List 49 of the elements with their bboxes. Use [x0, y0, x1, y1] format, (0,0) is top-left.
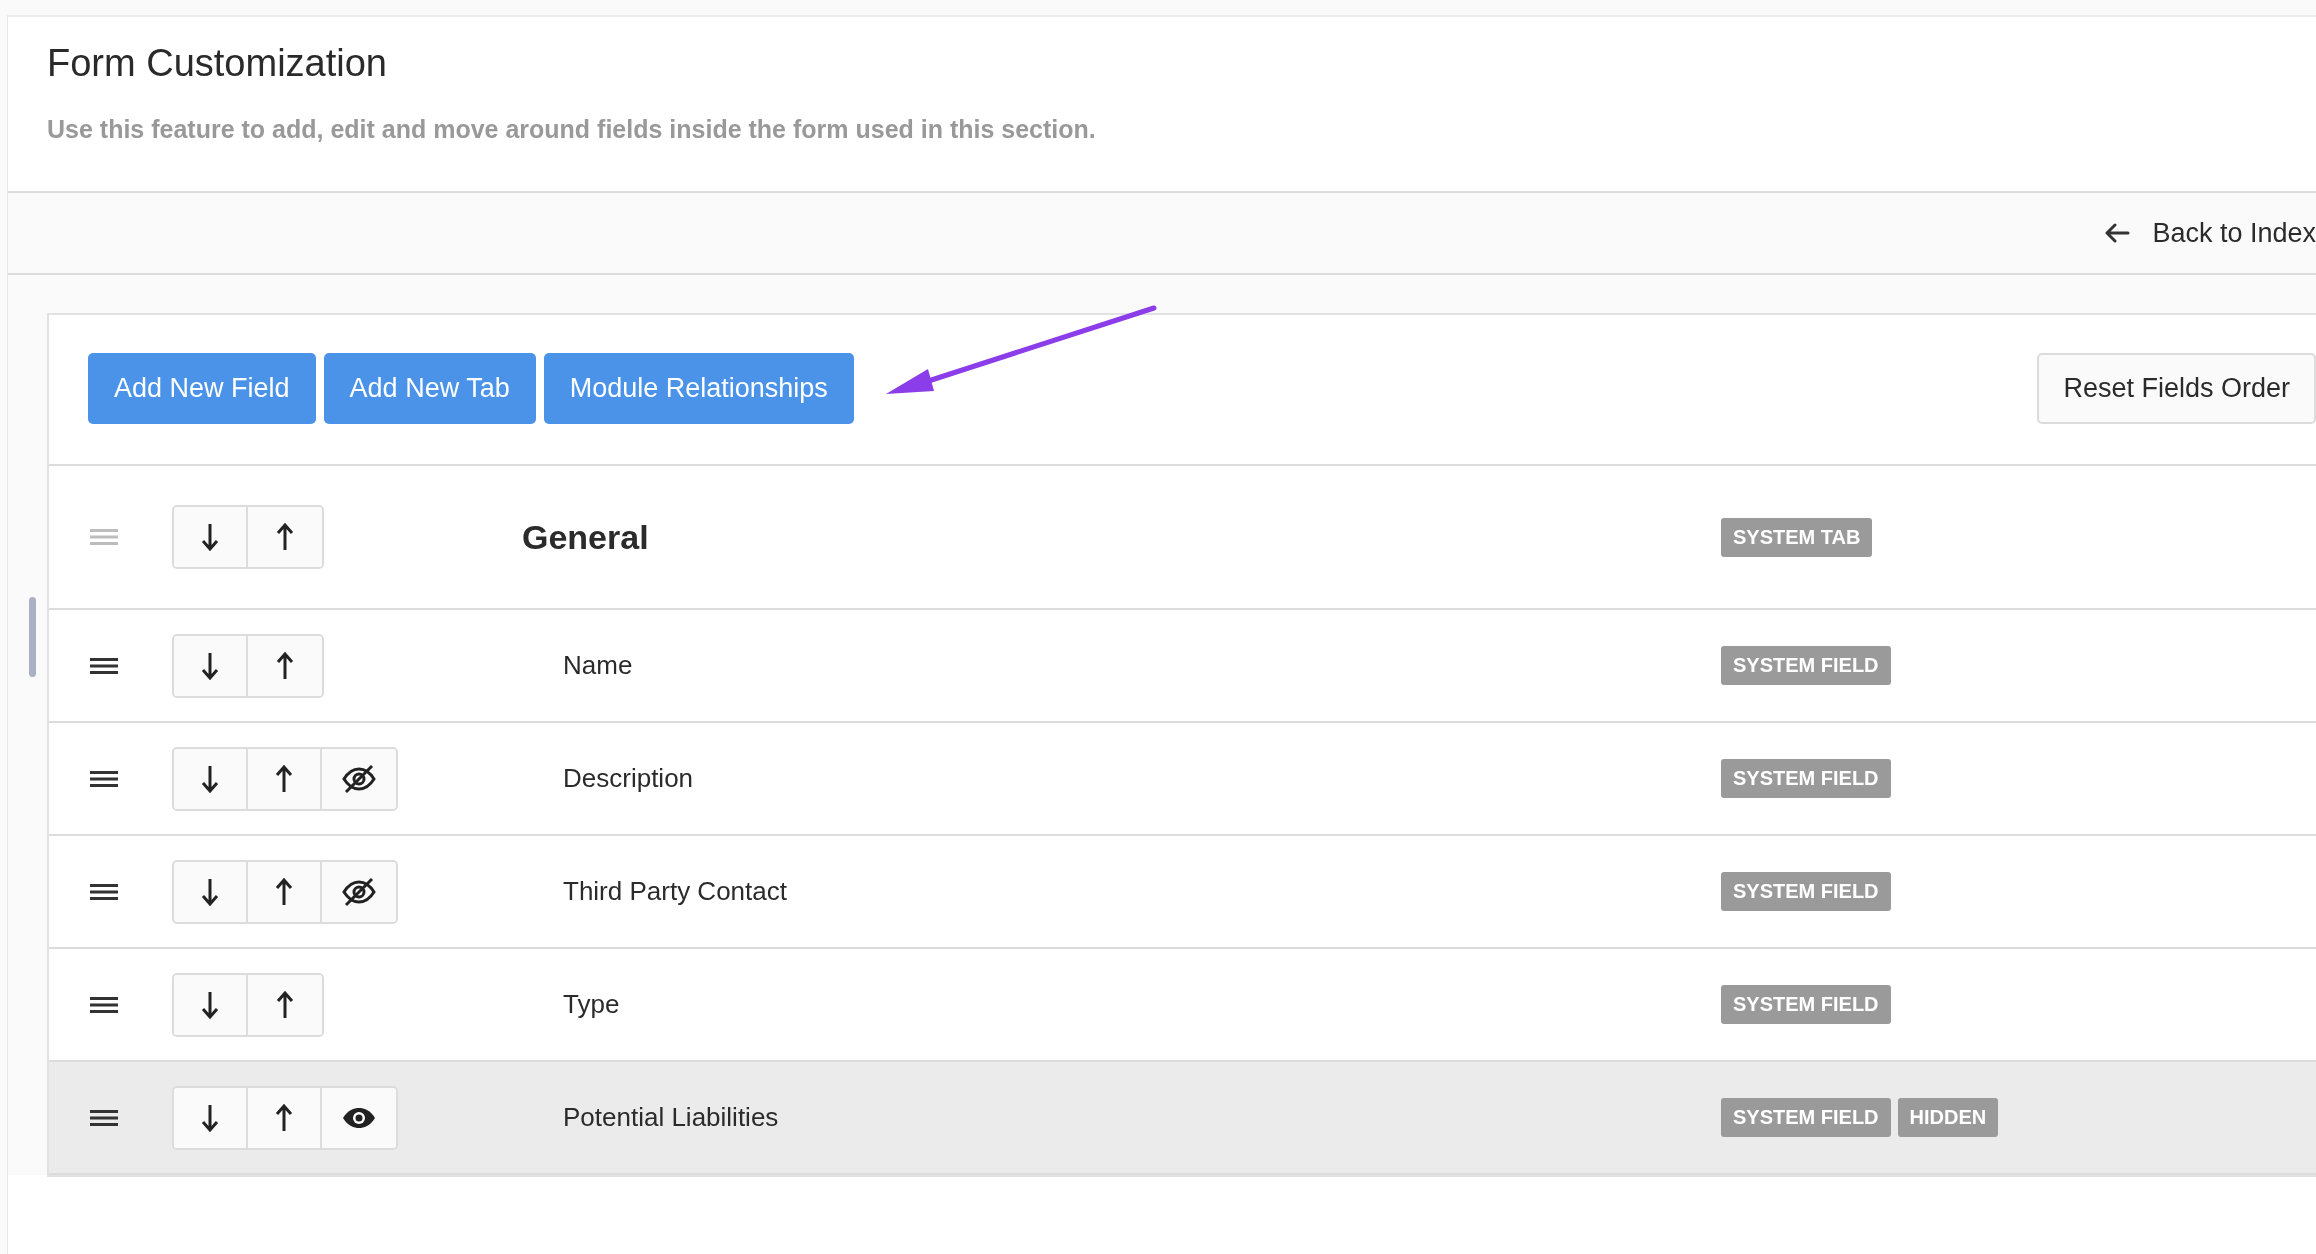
arrow-down-icon — [200, 989, 220, 1020]
field-name: Type — [563, 989, 620, 1020]
page-title: Form Customization — [47, 41, 388, 86]
drag-handle-icon[interactable] — [90, 657, 118, 674]
eye-slash-icon — [342, 876, 376, 907]
move-down-button[interactable] — [174, 1087, 248, 1148]
move-down-button[interactable] — [174, 748, 248, 809]
status-badge: SYSTEM FIELD — [1721, 872, 1891, 911]
arrow-down-icon — [200, 763, 220, 794]
status-badge: SYSTEM FIELD — [1721, 1098, 1891, 1137]
drag-handle-icon[interactable] — [90, 883, 118, 900]
arrow-up-icon — [274, 876, 294, 907]
status-badge: HIDDEN — [1897, 1098, 1999, 1137]
drag-handle-icon[interactable] — [90, 529, 118, 545]
field-name: Potential Liabilities — [563, 1102, 779, 1133]
move-down-button[interactable] — [174, 974, 248, 1035]
arrow-up-icon — [275, 989, 295, 1020]
field-name: Name — [563, 650, 633, 681]
page-description: Use this feature to add, edit and move around fields inside the form used in this section. — [47, 115, 1097, 144]
move-down-button[interactable] — [174, 861, 248, 922]
arrow-down-icon — [200, 522, 220, 552]
drag-handle-icon[interactable] — [90, 770, 118, 787]
arrow-down-icon — [200, 650, 220, 681]
drag-handle-icon[interactable] — [90, 996, 118, 1013]
status-badge: SYSTEM FIELD — [1721, 759, 1891, 798]
eye-slash-icon — [342, 763, 376, 794]
arrow-up-icon — [274, 1102, 294, 1133]
back-link[interactable]: Back to Index — [2104, 217, 2316, 249]
arrow-up-icon — [275, 650, 295, 681]
field-name: Third Party Contact — [563, 876, 787, 907]
field-name: Description — [563, 763, 694, 794]
action-button[interactable]: Add New Field — [88, 353, 316, 424]
move-down-button[interactable] — [174, 507, 248, 567]
status-badge: SYSTEM FIELD — [1721, 985, 1891, 1024]
scrollbar[interactable] — [29, 597, 36, 677]
eye-icon — [342, 1106, 376, 1129]
arrow-down-icon — [200, 876, 220, 907]
action-button[interactable]: Add New Tab — [323, 353, 536, 424]
status-badge: SYSTEM FIELD — [1721, 646, 1891, 685]
status-badge: SYSTEM TAB — [1721, 517, 1873, 557]
back-arrow-icon — [2104, 223, 2131, 243]
drag-handle-icon[interactable] — [90, 1109, 118, 1126]
action-button[interactable]: Module Relationships — [543, 353, 854, 424]
arrow-up-icon — [275, 522, 295, 552]
tab-title: General — [522, 517, 649, 557]
move-down-button[interactable] — [174, 635, 248, 696]
arrow-up-icon — [274, 763, 294, 794]
reset-order-button[interactable]: Reset Fields Order — [2037, 353, 2316, 424]
arrow-down-icon — [200, 1102, 220, 1133]
